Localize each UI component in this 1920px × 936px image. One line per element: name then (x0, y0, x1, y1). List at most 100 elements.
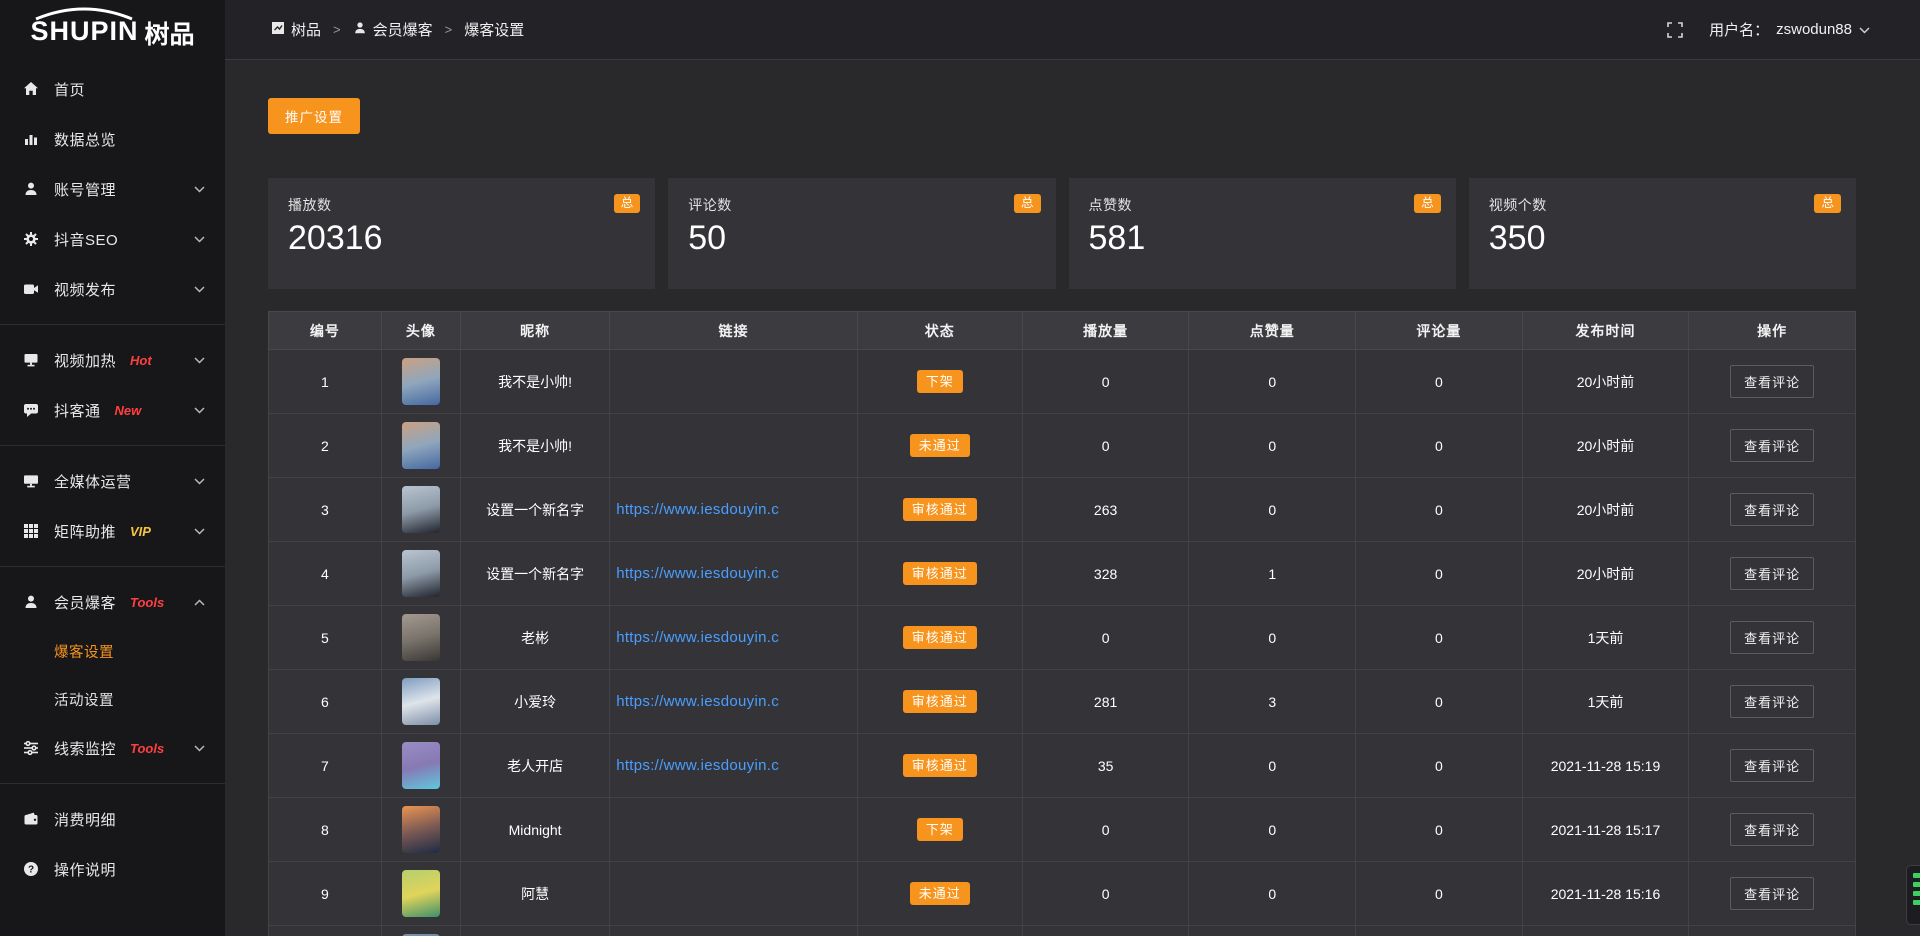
avatar (402, 486, 440, 533)
cell-link (610, 862, 858, 926)
chevron-down-icon (194, 745, 205, 752)
gear-icon (22, 231, 40, 247)
stats-row: 播放数20316总评论数50总点赞数581总视频个数350总 (268, 178, 1856, 289)
breadcrumb-separator: > (333, 22, 341, 37)
cell-action: 查看评论 (1689, 798, 1856, 862)
stat-card-2: 评论数50总 (668, 178, 1055, 289)
breadcrumb-item-baoke-settings[interactable]: 爆客设置 (464, 19, 524, 40)
sidebar-subitem-activity-settings[interactable]: 活动设置 (0, 675, 225, 723)
sidebar-item-data-overview[interactable]: 数据总览 (0, 114, 225, 164)
sidebar-item-home[interactable]: 首页 (0, 64, 225, 114)
cell-nickname: 设置一个新名字 (461, 542, 610, 606)
status-badge: 下架 (917, 370, 963, 393)
view-comments-button[interactable]: 查看评论 (1730, 621, 1814, 654)
stat-label: 点赞数 (1089, 195, 1436, 215)
breadcrumb-label: 树品 (291, 19, 321, 40)
username: zswodun88 (1776, 21, 1852, 38)
sidebar-item-all-media-operation[interactable]: 全媒体运营 (0, 456, 225, 506)
video-link[interactable]: https://www.iesdouyin.c (610, 565, 857, 582)
sidebar-divider (0, 445, 225, 446)
table-row: 4设置一个新名字https://www.iesdouyin.c审核通过32810… (269, 542, 1856, 606)
cell-time: 1天前 (1522, 670, 1689, 734)
sidebar-item-consumption-details[interactable]: 消费明细 (0, 794, 225, 844)
sidebar-item-video-publish[interactable]: 视频发布 (0, 264, 225, 314)
cell-comments: 0 (1356, 734, 1523, 798)
sidebar-item-matrix-boost[interactable]: 矩阵助推VIP (0, 506, 225, 556)
cell-nickname: 我不是小帅! (461, 350, 610, 414)
nav-badge-tools: Tools (130, 595, 164, 610)
breadcrumb-item-member-baoke[interactable]: 会员爆客 (353, 19, 433, 40)
person-icon (353, 21, 367, 39)
sidebar-divider (0, 324, 225, 325)
status-badge: 审核通过 (903, 562, 977, 585)
cell-avatar (381, 670, 460, 734)
column-header-7: 点赞量 (1189, 312, 1356, 350)
column-header-10: 操作 (1689, 312, 1856, 350)
user-icon (22, 594, 40, 610)
sidebar-item-douyin-seo[interactable]: 抖音SEO (0, 214, 225, 264)
sidebar-subitem-baoke-settings[interactable]: 爆客设置 (0, 627, 225, 675)
sidebar-item-video-heating[interactable]: 视频加热Hot (0, 335, 225, 385)
stat-value: 20316 (288, 219, 635, 258)
cell-link: https://www.iesdouyin.c (610, 670, 858, 734)
nav-badge-hot: Hot (130, 353, 152, 368)
cell-status: 未通过 (857, 414, 1022, 478)
promotion-settings-button[interactable]: 推广设置 (268, 98, 360, 134)
topbar: 树品 > 会员爆客 > 爆客设置 用户名：zswodun88 (225, 0, 1920, 60)
sidebar-item-label: 矩阵助推 (54, 521, 116, 542)
breadcrumb-item-shupin[interactable]: 树品 (271, 19, 321, 40)
view-comments-button[interactable]: 查看评论 (1730, 429, 1814, 462)
sidebar-item-label: 会员爆客 (54, 592, 116, 613)
view-comments-button[interactable]: 查看评论 (1730, 365, 1814, 398)
chevron-up-icon (194, 599, 205, 606)
sidebar-item-douketong[interactable]: 抖客通New (0, 385, 225, 435)
sidebar-item-label: 账号管理 (54, 179, 116, 200)
cell-action (1689, 926, 1856, 936)
cell-action: 查看评论 (1689, 478, 1856, 542)
svg-text:?: ? (28, 865, 34, 876)
edge-widget-bar (1913, 873, 1920, 878)
cell-comments: 0 (1356, 862, 1523, 926)
table-row: 8Midnight下架0002021-11-28 15:17查看评论 (269, 798, 1856, 862)
video-link[interactable]: https://www.iesdouyin.c (610, 629, 857, 646)
view-comments-button[interactable]: 查看评论 (1730, 493, 1814, 526)
view-comments-button[interactable]: 查看评论 (1730, 685, 1814, 718)
sidebar-item-label: 消费明细 (54, 809, 116, 830)
avatar (402, 614, 440, 661)
video-link[interactable]: https://www.iesdouyin.c (610, 501, 857, 518)
brand-logo: SHUPIN 树品 (0, 0, 225, 62)
video-link[interactable]: https://www.iesdouyin.c (610, 757, 857, 774)
cell-no: 9 (269, 862, 382, 926)
sidebar-item-clue-monitoring[interactable]: 线索监控Tools (0, 723, 225, 773)
stat-total-badge: 总 (1014, 194, 1041, 213)
view-comments-button[interactable]: 查看评论 (1730, 813, 1814, 846)
video-link[interactable]: https://www.iesdouyin.c (610, 693, 857, 710)
cell-time: 2021-11-28 15:16 (1522, 862, 1689, 926)
cell-likes: 0 (1189, 478, 1356, 542)
sidebar-item-operation-instructions[interactable]: ?操作说明 (0, 844, 225, 894)
cell-time: 2021-11-28 15:19 (1522, 734, 1689, 798)
view-comments-button[interactable]: 查看评论 (1730, 877, 1814, 910)
sidebar-item-member-baoke[interactable]: 会员爆客 Tools (0, 577, 225, 627)
cell-time: 2021-11-28 15:17 (1522, 798, 1689, 862)
cell-action: 查看评论 (1689, 862, 1856, 926)
table-row: 5老彬https://www.iesdouyin.c审核通过0001天前查看评论 (269, 606, 1856, 670)
column-header-1: 编号 (269, 312, 382, 350)
cell-status: 审核通过 (857, 734, 1022, 798)
avatar (402, 678, 440, 725)
view-comments-button[interactable]: 查看评论 (1730, 557, 1814, 590)
cell-comments: 0 (1356, 414, 1523, 478)
edge-widget[interactable] (1906, 865, 1920, 925)
sidebar-item-account-management[interactable]: 账号管理 (0, 164, 225, 214)
cell-likes: 0 (1189, 414, 1356, 478)
breadcrumb-label: 爆客设置 (464, 19, 524, 40)
sliders-icon (22, 740, 40, 756)
cell-status: 审核通过 (857, 606, 1022, 670)
view-comments-button[interactable]: 查看评论 (1730, 749, 1814, 782)
cell-time: 20小时前 (1522, 414, 1689, 478)
fullscreen-icon[interactable] (1667, 22, 1683, 38)
cell-action: 查看评论 (1689, 414, 1856, 478)
user-menu[interactable]: 用户名：zswodun88 (1709, 19, 1870, 40)
cell-plays: 263 (1022, 478, 1189, 542)
cell-likes: 0 (1189, 606, 1356, 670)
